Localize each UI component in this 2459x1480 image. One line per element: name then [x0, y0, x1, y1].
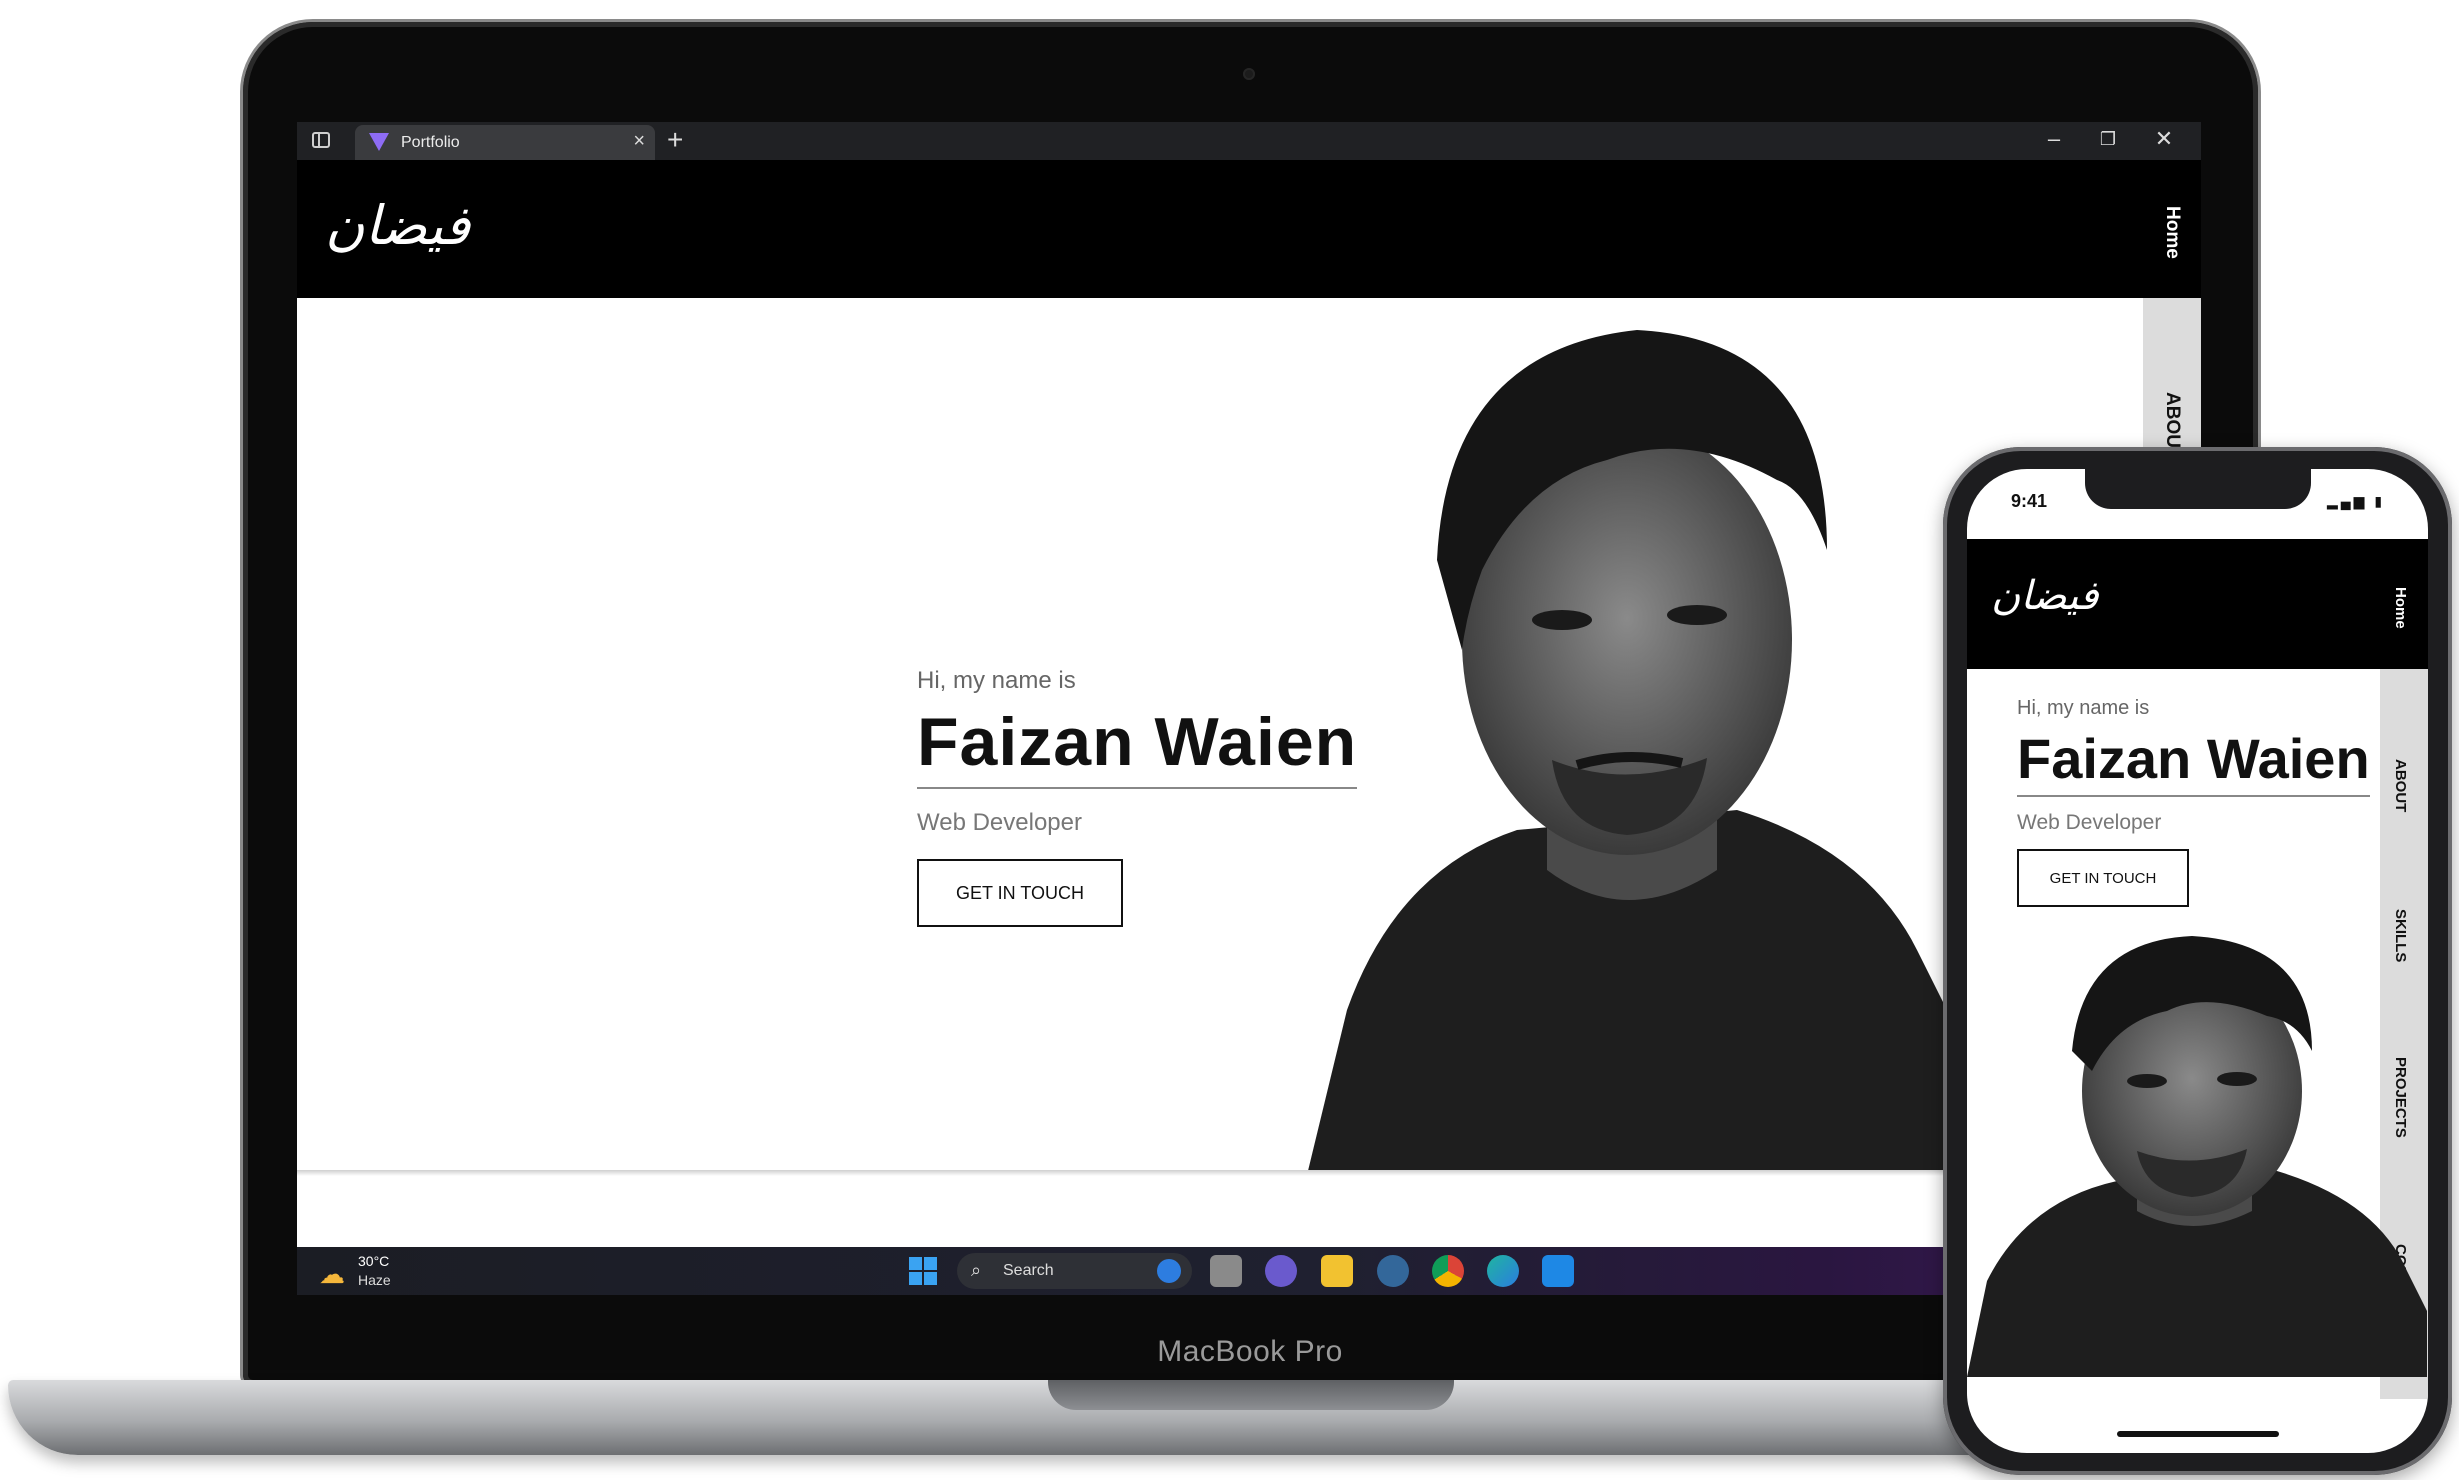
sidebar-toggle-icon[interactable] [312, 132, 330, 148]
hero-role: Web Developer [917, 809, 1082, 836]
restore-button[interactable]: ❐ [2093, 129, 2123, 150]
vscode-icon[interactable] [1542, 1255, 1574, 1287]
phone-get-in-touch-button[interactable]: GET IN TOUCH [2017, 849, 2189, 907]
teams-icon[interactable] [1265, 1255, 1297, 1287]
get-in-touch-button[interactable]: GET IN TOUCH [917, 859, 1123, 927]
postgres-icon[interactable] [1377, 1255, 1409, 1287]
hero-name: Faizan Waien [917, 703, 1358, 789]
windows-taskbar: ☁ 30°C Haze ⌕ Search [297, 1247, 2201, 1295]
phone-site-logo[interactable]: فیضان [1991, 573, 2098, 619]
laptop-base [8, 1380, 2068, 1455]
windows-start-icon[interactable] [909, 1257, 937, 1285]
phone-hero-greeting: Hi, my name is [2017, 697, 2150, 719]
browser-tab[interactable]: Portfolio × [355, 125, 655, 160]
weather-condition[interactable]: Haze [358, 1272, 391, 1288]
phone-frame: 9:41 ▂▄▆ ▮ فیضان Home ABOUT SKILLS PROJE… [1943, 447, 2452, 1475]
phone-nav-home[interactable]: Home [2392, 587, 2409, 629]
home-indicator[interactable] [2117, 1431, 2279, 1437]
phone-hero-name: Faizan Waien [2017, 726, 2370, 797]
phone-hero-section: Hi, my name is Faizan Waien Web Develope… [2017, 697, 2370, 907]
search-icon: ⌕ [971, 1260, 982, 1280]
site-header: فیضان [297, 160, 2201, 298]
site-logo[interactable]: فیضان [325, 194, 470, 257]
task-view-icon[interactable] [1210, 1255, 1242, 1287]
phone-hero-role: Web Developer [2017, 811, 2162, 834]
close-tab-icon[interactable]: × [633, 130, 645, 153]
profile-photo [1307, 330, 1947, 1175]
laptop-camera [1243, 68, 1255, 80]
browser-title-bar: Portfolio × + – ❐ ✕ [297, 122, 2201, 160]
laptop-notch [1048, 1380, 1454, 1410]
phone-nav-about[interactable]: ABOUT [2392, 759, 2409, 812]
phone-profile-photo [1967, 936, 2427, 1377]
taskbar-search-text: Search [1003, 1262, 1054, 1279]
nav-home[interactable]: Home [2161, 206, 2183, 259]
close-window-button[interactable]: ✕ [2149, 126, 2179, 152]
phone-time: 9:41 [2011, 491, 2048, 511]
taskbar-search-box[interactable]: ⌕ Search [957, 1253, 1192, 1289]
section-divider [297, 1170, 2201, 1176]
weather-icon[interactable]: ☁ [319, 1259, 345, 1290]
file-explorer-icon[interactable] [1321, 1255, 1353, 1287]
edge-icon[interactable] [1487, 1255, 1519, 1287]
tab-title: Portfolio [401, 134, 460, 151]
chrome-icon[interactable] [1432, 1255, 1464, 1287]
hero-section: Hi, my name is Faizan Waien Web Develope… [917, 667, 1358, 927]
laptop-brand-label: MacBook Pro [1157, 1335, 1343, 1368]
laptop-screen: Portfolio × + – ❐ ✕ فیضان Home ABOUT Hi,… [297, 122, 2201, 1295]
vite-favicon-icon [369, 133, 389, 151]
phone-screen: 9:41 ▂▄▆ ▮ فیضان Home ABOUT SKILLS PROJE… [1967, 469, 2428, 1453]
phone-notch [2085, 469, 2311, 509]
minimize-button[interactable]: – [2039, 126, 2069, 152]
signal-wifi-battery-icon: ▂▄▆ ▮ [2327, 493, 2386, 509]
bing-icon[interactable] [1157, 1259, 1181, 1283]
phone-site-header: فیضان Home [1967, 539, 2428, 669]
new-tab-button[interactable]: + [667, 124, 683, 156]
weather-temp[interactable]: 30°C [358, 1253, 389, 1269]
hero-greeting: Hi, my name is [917, 667, 1076, 694]
